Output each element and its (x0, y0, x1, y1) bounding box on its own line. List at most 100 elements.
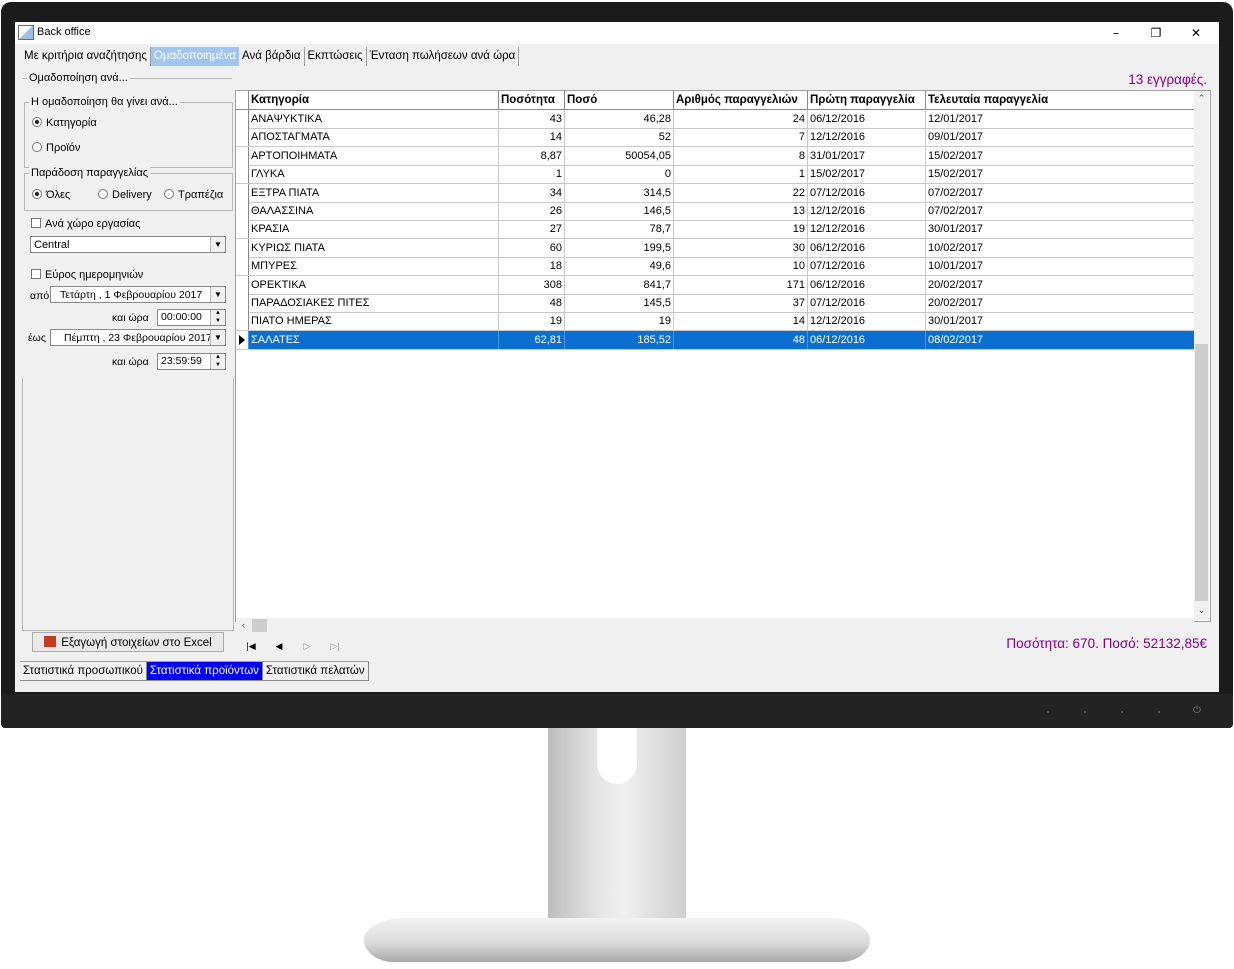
table-cell[interactable]: ΕΞΤΡΑ ΠΙΑΤΑ (249, 183, 499, 202)
tab-discounts[interactable]: Εκπτώσεις (305, 47, 367, 66)
chevron-down-icon[interactable]: ▼ (211, 318, 225, 325)
table-row[interactable]: ΟΡΕΚΤΙΚΑ 308 841,7 171 06/12/2016 20/02/2017 (236, 275, 1194, 295)
column-header[interactable]: Κατηγορία (249, 91, 499, 109)
column-header[interactable]: Τελευταία παραγγελία (926, 91, 1194, 109)
table-cell[interactable]: 07/12/2016 (808, 183, 926, 202)
row-indicator[interactable] (236, 312, 249, 331)
table-row[interactable]: ΑΠΟΣΤΑΓΜΑΤΑ 14 52 7 12/12/2016 09/01/2017 (236, 128, 1194, 148)
from-time-input[interactable]: 00:00:00 ▲ ▼ (157, 309, 226, 326)
table-cell[interactable]: 199,5 (565, 238, 674, 257)
row-indicator[interactable] (236, 257, 249, 276)
table-cell[interactable]: 22 (674, 183, 808, 202)
table-cell[interactable]: ΘΑΛΑΣΣΙΝΑ (249, 202, 499, 220)
table-row[interactable]: ΜΠΥΡΕΣ 18 49,6 10 07/12/2016 10/01/2017 (236, 257, 1194, 277)
tab-sales-intensity[interactable]: Ένταση πωλήσεων ανά ώρα (367, 47, 520, 66)
table-cell[interactable]: 20/02/2017 (926, 294, 1194, 312)
table-cell[interactable]: 07/12/2016 (808, 294, 926, 312)
tab-product-stats[interactable]: Στατιστικά προϊόντων (146, 662, 263, 681)
tab-customer-stats[interactable]: Στατιστικά πελατών (262, 662, 369, 681)
table-cell[interactable]: 171 (674, 275, 808, 294)
table-cell[interactable]: 46,28 (565, 110, 674, 128)
table-row[interactable]: ΠΙΑΤΟ ΗΜΕΡΑΣ 19 19 14 12/12/2016 30/01/2017 (236, 312, 1194, 332)
table-cell[interactable]: 34 (499, 183, 565, 202)
table-cell[interactable]: 10 (674, 257, 808, 276)
chevron-down-icon[interactable]: ▼ (210, 237, 225, 252)
chevron-down-icon[interactable]: ▼ (211, 362, 225, 369)
column-header[interactable]: Αριθμός παραγγελιών (674, 91, 808, 109)
table-cell[interactable]: 43 (499, 110, 565, 128)
chevron-down-icon[interactable]: ⌄ (1194, 603, 1209, 618)
table-cell[interactable]: 1 (499, 165, 565, 184)
table-cell[interactable]: 30 (674, 238, 808, 257)
radio-tables[interactable]: Τραπέζια (164, 189, 223, 201)
workspace-checkbox[interactable]: Ανά χώρο εργασίας (31, 218, 140, 230)
table-cell[interactable]: 8,87 (499, 146, 565, 165)
table-row[interactable]: ΠΑΡΑΔΟΣΙΑΚΕΣ ΠΙΤΕΣ 48 145,5 37 07/12/2016 20/… (236, 294, 1194, 313)
table-cell[interactable]: 12/12/2016 (808, 202, 926, 220)
table-cell[interactable]: 24 (674, 110, 808, 128)
table-cell[interactable]: ΠΑΡΑΔΟΣΙΑΚΕΣ ΠΙΤΕΣ (249, 294, 499, 312)
workspace-select[interactable]: Central ▼ (30, 236, 226, 253)
table-cell[interactable]: 60 (499, 238, 565, 257)
table-cell[interactable]: ΚΡΑΣΙΑ (249, 220, 499, 239)
table-cell[interactable]: 15/02/2017 (926, 165, 1194, 183)
table-cell[interactable]: 31/01/2017 (808, 146, 926, 165)
scroll-thumb[interactable] (1195, 344, 1208, 601)
chevron-up-icon[interactable]: ▲ (211, 354, 225, 361)
table-cell[interactable]: ΚΥΡΙΩΣ ΠΙΑΤΑ (249, 238, 499, 257)
table-cell[interactable]: 19 (674, 220, 808, 239)
table-cell[interactable]: 314,5 (565, 183, 674, 202)
tab-staff-stats[interactable]: Στατιστικά προσωπικού (20, 662, 147, 681)
table-cell[interactable]: 07/02/2017 (926, 184, 1194, 202)
table-cell[interactable]: 06/12/2016 (808, 238, 926, 257)
column-header[interactable]: Πρώτη παραγγελία (808, 91, 926, 109)
minimize-button[interactable]: – (1096, 22, 1136, 44)
first-record-icon[interactable]: |◀ (237, 639, 265, 653)
table-cell[interactable]: 145,5 (565, 294, 674, 312)
table-cell[interactable]: 49,6 (565, 257, 674, 276)
restore-button[interactable]: ❐ (1136, 22, 1176, 44)
table-cell[interactable]: 12/12/2016 (808, 128, 926, 147)
close-button[interactable]: ✕ (1176, 22, 1216, 44)
table-cell[interactable]: 78,7 (565, 220, 674, 239)
chevron-down-icon[interactable]: ▼ (210, 287, 225, 302)
table-cell[interactable]: 27 (499, 220, 565, 239)
tab-search-criteria[interactable]: Με κριτήρια αναζήτησης (21, 47, 151, 66)
table-cell[interactable]: 07/12/2016 (808, 257, 926, 276)
table-cell[interactable]: 12/12/2016 (808, 312, 926, 331)
table-cell[interactable]: 08/02/2017 (926, 330, 1194, 349)
table-cell[interactable]: 15/02/2017 (808, 165, 926, 184)
table-cell[interactable]: 14 (674, 312, 808, 331)
radio-all[interactable]: Όλες (32, 189, 70, 201)
table-cell[interactable]: 13 (674, 202, 808, 220)
table-cell[interactable]: 48 (499, 294, 565, 312)
date-range-checkbox[interactable]: Εύρος ημερομηνιών (31, 269, 143, 281)
table-cell[interactable]: ΑΝΑΨΥΚΤΙΚΑ (249, 110, 499, 128)
row-indicator[interactable] (236, 330, 249, 349)
table-cell[interactable]: 37 (674, 294, 808, 312)
row-indicator[interactable] (236, 128, 249, 147)
table-cell[interactable]: ΑΠΟΣΤΑΓΜΑΤΑ (249, 128, 499, 147)
table-cell[interactable]: 07/02/2017 (926, 202, 1194, 220)
row-indicator[interactable] (236, 202, 249, 220)
radio-category[interactable]: Κατηγορία (32, 117, 97, 129)
table-cell[interactable]: 19 (565, 312, 674, 331)
table-cell[interactable]: 15/02/2017 (926, 147, 1194, 165)
row-indicator[interactable] (236, 238, 249, 257)
table-row[interactable]: ΚΥΡΙΩΣ ΠΙΑΤΑ 60 199,5 30 06/12/2016 10/02/201… (236, 238, 1194, 258)
row-indicator[interactable] (236, 110, 249, 128)
table-cell[interactable]: 10/02/2017 (926, 239, 1194, 257)
table-cell[interactable]: 1 (674, 165, 808, 184)
radio-delivery[interactable]: Delivery (98, 189, 152, 201)
table-cell[interactable]: 14 (499, 128, 565, 147)
from-date-picker[interactable]: Τετάρτη , 1 Φεβρουαρίου 2017 ▼ (50, 286, 226, 303)
next-record-icon[interactable]: ▷ (293, 639, 321, 653)
table-cell[interactable]: 10/01/2017 (926, 257, 1194, 275)
chevron-left-icon[interactable]: ‹ (236, 618, 251, 633)
table-row[interactable]: ΕΞΤΡΑ ΠΙΑΤΑ 34 314,5 22 07/12/2016 07/02/2017 (236, 183, 1194, 203)
to-date-picker[interactable]: Πέμπτη , 23 Φεβρουαρίου 2017 ▼ (50, 329, 226, 346)
table-cell[interactable]: 52 (565, 128, 674, 147)
table-cell[interactable]: 0 (565, 165, 674, 184)
row-indicator[interactable] (236, 294, 249, 312)
time-spinner[interactable]: ▲ ▼ (210, 310, 225, 325)
